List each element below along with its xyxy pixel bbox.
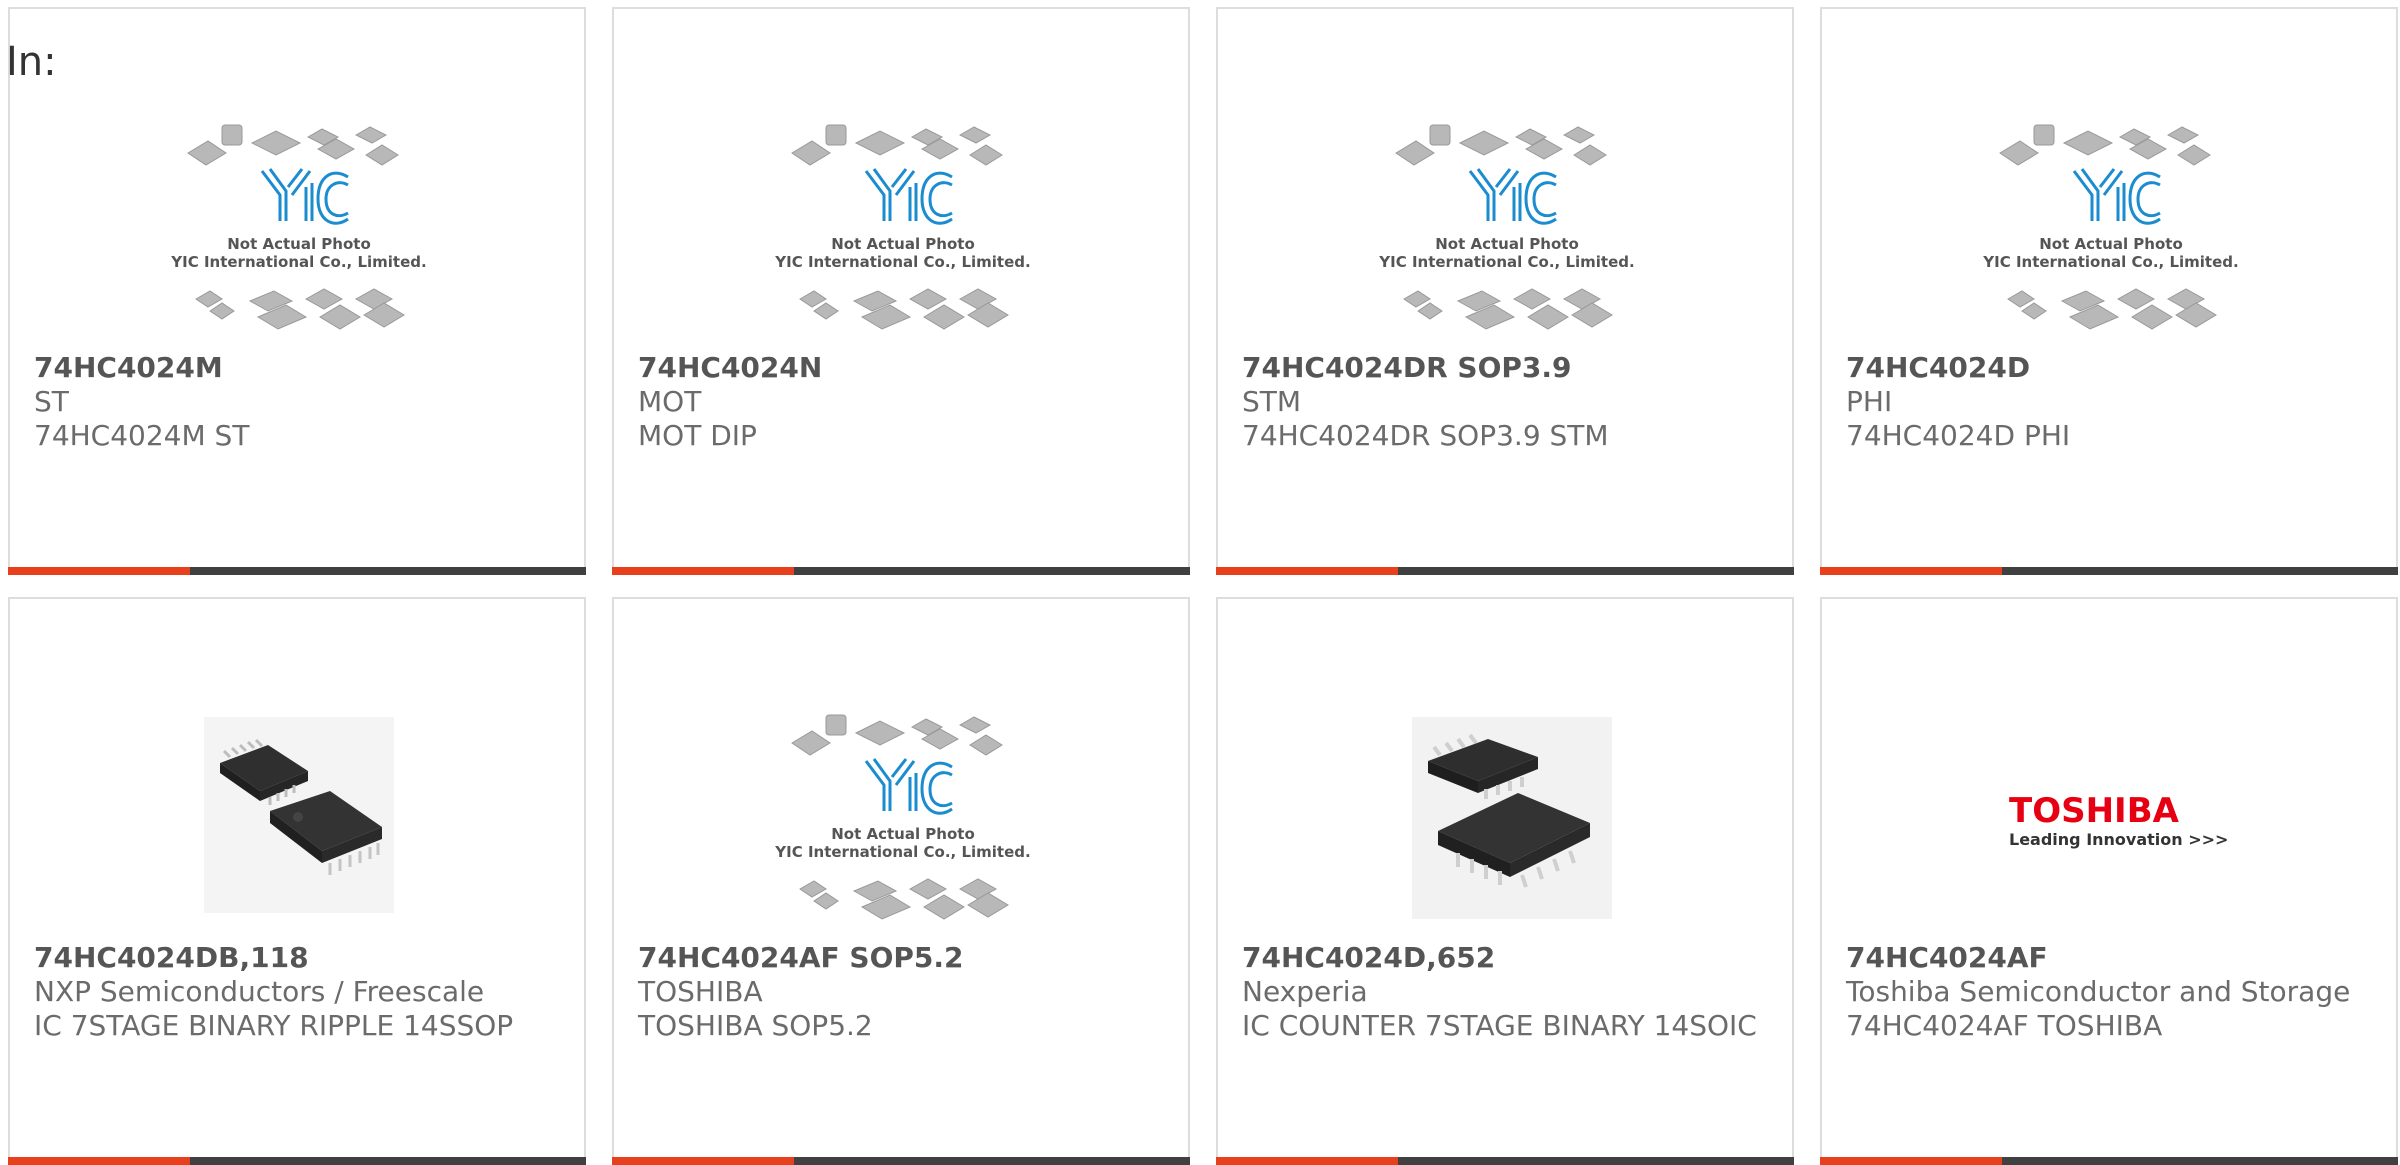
card-footer-bar bbox=[1216, 1157, 1794, 1165]
card-footer-bar bbox=[8, 1157, 586, 1165]
part-number[interactable]: 74HC4024AF bbox=[1846, 941, 2376, 975]
manufacturer: TOSHIBA bbox=[638, 975, 763, 1008]
card-footer-bar bbox=[1216, 567, 1794, 575]
manufacturer: Toshiba Semiconductor and Storage bbox=[1846, 975, 2351, 1008]
part-number[interactable]: 74HC4024M bbox=[34, 351, 564, 385]
part-number[interactable]: 74HC4024D bbox=[1846, 351, 2376, 385]
manufacturer: MOT bbox=[638, 385, 702, 418]
card-footer-bar bbox=[612, 567, 1190, 575]
product-card[interactable]: TOSHIBA Leading Innovation >>> 74HC4024A… bbox=[1820, 597, 2398, 1165]
description: MOT DIP bbox=[638, 419, 757, 452]
product-image[interactable]: Not Actual Photo YIC International Co., … bbox=[714, 681, 1092, 943]
product-image[interactable] bbox=[110, 681, 488, 943]
card-accent-bar bbox=[1820, 567, 2002, 575]
logo-text: TOSHIBA bbox=[2009, 791, 2180, 831]
card-footer-bar bbox=[8, 567, 586, 575]
image-caption: Not Actual Photo bbox=[227, 235, 371, 253]
image-caption: YIC International Co., Limited. bbox=[1378, 253, 1634, 271]
card-footer-bar bbox=[1820, 567, 2398, 575]
product-card[interactable]: Not Actual Photo YIC International Co., … bbox=[1820, 7, 2398, 575]
product-card[interactable]: 74HC4024DB,118 NXP Semiconductors / Free… bbox=[8, 597, 586, 1165]
manufacturer: NXP Semiconductors / Freescale bbox=[34, 975, 485, 1008]
part-number[interactable]: 74HC4024AF SOP5.2 bbox=[638, 941, 1168, 975]
card-footer-bar bbox=[612, 1157, 1190, 1165]
product-card[interactable]: Not Actual Photo YIC International Co., … bbox=[612, 597, 1190, 1165]
image-caption: YIC International Co., Limited. bbox=[170, 253, 426, 271]
card-accent-bar bbox=[612, 567, 794, 575]
description: 74HC4024DR SOP3.9 STM bbox=[1242, 419, 1609, 452]
image-caption: Not Actual Photo bbox=[2039, 235, 2183, 253]
logo-tagline: Leading Innovation >>> bbox=[2009, 830, 2228, 849]
card-accent-bar bbox=[1216, 1157, 1398, 1165]
manufacturer: Nexperia bbox=[1242, 975, 1368, 1008]
image-caption: Not Actual Photo bbox=[831, 235, 975, 253]
card-accent-bar bbox=[612, 1157, 794, 1165]
product-card[interactable]: Not Actual Photo YIC International Co., … bbox=[612, 7, 1190, 575]
manufacturer: STM bbox=[1242, 385, 1302, 418]
product-image[interactable]: Not Actual Photo YIC International Co., … bbox=[1318, 91, 1696, 353]
product-info: 74HC4024AF SOP5.2 TOSHIBA TOSHIBA SOP5.2 bbox=[638, 941, 1168, 1043]
description: IC COUNTER 7STAGE BINARY 14SOIC bbox=[1242, 1009, 1757, 1042]
product-grid: Not Actual Photo YIC International Co., … bbox=[8, 7, 2400, 1165]
manufacturer: ST bbox=[34, 385, 69, 418]
product-card[interactable]: Not Actual Photo YIC International Co., … bbox=[1216, 7, 1794, 575]
description: IC 7STAGE BINARY RIPPLE 14SSOP bbox=[34, 1009, 514, 1042]
toshiba-logo-icon: TOSHIBA Leading Innovation >>> bbox=[2009, 791, 2228, 849]
description: 74HC4024M ST bbox=[34, 419, 250, 452]
image-caption: Not Actual Photo bbox=[831, 825, 975, 843]
product-info: 74HC4024DB,118 NXP Semiconductors / Free… bbox=[34, 941, 564, 1043]
part-number[interactable]: 74HC4024D,652 bbox=[1242, 941, 1772, 975]
product-card[interactable]: 74HC4024D,652 Nexperia IC COUNTER 7STAGE… bbox=[1216, 597, 1794, 1165]
image-caption: YIC International Co., Limited. bbox=[774, 843, 1030, 861]
product-info: 74HC4024M ST 74HC4024M ST bbox=[34, 351, 564, 453]
part-number[interactable]: 74HC4024DB,118 bbox=[34, 941, 564, 975]
section-heading: In: bbox=[6, 39, 57, 85]
card-accent-bar bbox=[1216, 567, 1398, 575]
card-accent-bar bbox=[1820, 1157, 2002, 1165]
description: 74HC4024D PHI bbox=[1846, 419, 2071, 452]
product-info: 74HC4024D,652 Nexperia IC COUNTER 7STAGE… bbox=[1242, 941, 1772, 1043]
image-caption: YIC International Co., Limited. bbox=[774, 253, 1030, 271]
card-accent-bar bbox=[8, 1157, 190, 1165]
product-image[interactable]: Not Actual Photo YIC International Co., … bbox=[110, 91, 488, 353]
manufacturer: PHI bbox=[1846, 385, 1893, 418]
image-caption: YIC International Co., Limited. bbox=[1982, 253, 2238, 271]
product-image[interactable] bbox=[1318, 681, 1696, 943]
part-number[interactable]: 74HC4024N bbox=[638, 351, 1168, 385]
product-info: 74HC4024N MOT MOT DIP bbox=[638, 351, 1168, 453]
part-number[interactable]: 74HC4024DR SOP3.9 bbox=[1242, 351, 1772, 385]
product-image[interactable]: Not Actual Photo YIC International Co., … bbox=[1922, 91, 2300, 353]
product-image[interactable]: TOSHIBA Leading Innovation >>> bbox=[1922, 681, 2300, 943]
product-image[interactable]: Not Actual Photo YIC International Co., … bbox=[714, 91, 1092, 353]
image-caption: Not Actual Photo bbox=[1435, 235, 1579, 253]
product-card[interactable]: Not Actual Photo YIC International Co., … bbox=[8, 7, 586, 575]
product-info: 74HC4024AF Toshiba Semiconductor and Sto… bbox=[1846, 941, 2376, 1043]
card-accent-bar bbox=[8, 567, 190, 575]
description: 74HC4024AF TOSHIBA bbox=[1846, 1009, 2163, 1042]
product-info: 74HC4024D PHI 74HC4024D PHI bbox=[1846, 351, 2376, 453]
card-footer-bar bbox=[1820, 1157, 2398, 1165]
description: TOSHIBA SOP5.2 bbox=[638, 1009, 873, 1042]
product-info: 74HC4024DR SOP3.9 STM 74HC4024DR SOP3.9 … bbox=[1242, 351, 1772, 453]
